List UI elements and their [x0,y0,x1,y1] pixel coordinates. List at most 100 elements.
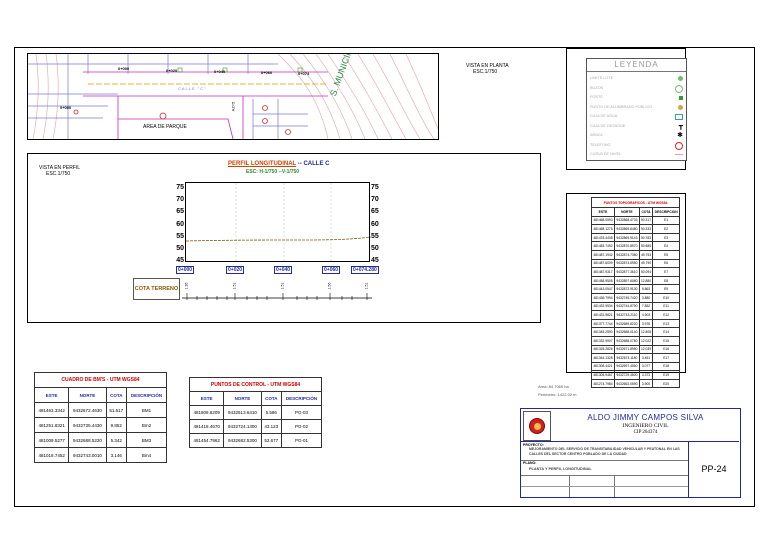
profile-station-4: 0+074.280 [351,266,379,274]
control-cell: 481809.8209 [188,405,225,420]
topo-header-descripcion: DESCRIPCION [652,207,680,217]
profile-title-sep: -- [297,161,302,167]
topo-row: 481308.4421 9432697.4060 3.077 E18 [591,361,680,372]
profile-y-axis-left: 75 70 65 60 55 50 45 [172,182,184,268]
plan-street-label: CALLE "C" [178,86,207,91]
profile-title: PERFIL LONGITUDINAL -- CALLE C [228,161,329,167]
topo-cell: E8 [652,275,680,286]
topo-header-norte: NORTE [613,207,640,217]
topo-cell: 5.863 [638,284,654,294]
project-text: MEJORAMIENTO DEL SERVICIO DE TRANSITABIL… [529,447,680,456]
topo-row: 481332.9907 9432688.0780 12.022 E15 [591,335,680,346]
topo-cell: 12.039 [638,344,654,355]
control-title: PUNTOS DE CONTROL - UTM WGS84 [189,377,322,392]
topo-cell: 481487.6009 [591,258,615,269]
topo-cell: 481458.9505 [591,275,615,286]
legend-items: LIMITE LOTE BUZON POSTE PUNTO DE ALUMBRA… [587,72,686,162]
topo-cell: 3.373 [638,370,654,380]
topo-cell: E1 [652,215,680,226]
bms-cell: 481008.5277 [33,432,70,448]
legend-item-7: TELEFONO [590,141,683,151]
topo-row: 481478.4438 9432869.9143 50.783 E3 [591,232,680,243]
plan-station-0: 0+000 [118,66,130,71]
legend-symbol-1 [675,84,683,93]
legend-item-1: BUZON [590,84,683,94]
topo-cell: 3.900 [638,378,654,389]
topo-row: 481483.7492 9432870.8970 50.685 E4 [591,241,680,251]
topo-row: 481325.2826 9432671.8950 12.039 E16 [591,344,680,355]
topo-cell: E3 [652,232,680,243]
topo-row: 481468.0593 9432868.4733 50.317 E1 [591,215,680,226]
topo-cell: 9432869.9143 [613,232,640,243]
bms-rows: 481463.3342 9432672.4630 51.517 BM1 481251.8… [33,402,167,463]
topo-cell: 3.976 [638,318,654,329]
topo-cell: 9432743.2110 [613,310,640,320]
topo-cell: E18 [652,361,680,372]
bms-cell: 51.517 [105,402,128,418]
bms-cell: 481018.7452 [33,447,70,463]
topo-row: 481431.9821 9432743.2110 4.903 E12 [591,310,680,320]
control-cell: 5.596 [260,405,283,420]
bms-header-descripcion: DESCRIPCIÓN [126,387,167,403]
topo-cell: 481443.0547 [591,284,615,294]
legend-symbol-5: ┳ [678,122,683,130]
bms-cell: 9.852 [105,417,128,433]
cota-value-2: 1.51 [280,282,285,290]
plan-station-4: 0+074 [298,71,310,76]
topo-cell: 481377.7744 [591,318,615,329]
cota-terreno-row: 1.36 1.51 1.51 1.56 1.51 [182,278,372,300]
y-tick-left-4: 55 [176,232,184,240]
topo-cell: 9432697.4060 [613,361,640,372]
legend-item-5: CAJA DE DESAGÜE ┳ [590,122,683,130]
plan-side-mark-2: AZ=5 [230,101,236,112]
topo-cell: 481432.9534 [591,301,615,312]
topo-cell: 49.790 [638,258,654,269]
y-tick-right-1: 70 [371,196,379,204]
bms-cell: 481251.8321 [33,417,70,433]
topo-cell: 9432868.4733 [613,215,640,226]
topo-row: 481443.0547 9432872.9130 5.863 E9 [591,284,680,294]
topo-cell: 9432874.7380 [613,249,640,260]
topo-cell: E20 [652,378,680,389]
control-rows: 481809.8209 9432513.6410 5.596 PG-03 481418.… [188,405,322,448]
topo-row: 481344.1328 9432674.1180 3.451 E17 [591,353,680,363]
topo-cell: 3.451 [638,353,654,363]
legend-item-4: CAJA DE AGUA [590,112,683,122]
topo-cell: E7 [652,267,680,277]
topo-cell: 481344.1328 [591,353,615,363]
bms-table: CUADRO DE BM'S - UTM WGS84 ESTE NORTE CO… [33,372,167,463]
bms-cell: 5.342 [105,432,128,448]
legend-panel: LEYENDA LIMITE LOTE BUZON POSTE PUNTO DE… [586,58,687,161]
topo-cell: 9432870.8970 [613,241,640,251]
topo-cell: E2 [652,224,680,234]
tb-info-grid [521,475,688,497]
bms-cell: BM1 [126,402,167,418]
topo-cell: 481483.7492 [591,241,615,251]
topo-cell: 481487.9317 [591,267,615,277]
topo-cell: 9432689.8220 [613,318,640,329]
bms-header-este: ESTE [33,387,70,403]
bms-cell: 9432743.0010 [68,447,107,463]
topo-row: 481487.1942 9432874.7380 49.753 E5 [591,249,680,260]
plan-station-3: 0+060 [261,70,273,75]
bms-cell: Bm2 [126,417,167,433]
topo-header-cota: COTA [638,207,654,217]
topo-cell: 9432744.8790 [613,301,640,312]
legend-symbol-6: ✱ [677,132,683,139]
y-tick-left-0: 75 [176,184,184,191]
topo-cell: 481274.7984 [591,378,615,389]
topo-cell: E5 [652,249,680,260]
legend-item-6: ARBOL ✱ [590,132,683,139]
cota-value-3: 1.56 [327,282,332,290]
topo-title: PUNTOS TOPOGRAFICOS - UTM WGS84 [591,197,680,208]
engineer-cip: CIP 264374 [633,430,658,435]
legend-item-8: CURVA DE NIVEL [590,150,683,160]
control-cell: 481418.4670 [188,419,225,434]
profile-station-2: 0+040 [274,266,293,274]
profile-station-1: 0+020 [226,266,245,274]
bms-title: CUADRO DE BM'S - UTM WGS84 [34,372,167,388]
y-tick-right-4: 55 [371,232,379,240]
engineer-profession: INGENIERO CIVIL [622,423,669,429]
topo-cell: 481308.4421 [591,361,615,372]
topo-row: 481345.2590 9432688.0140 12.808 E14 [591,327,680,337]
